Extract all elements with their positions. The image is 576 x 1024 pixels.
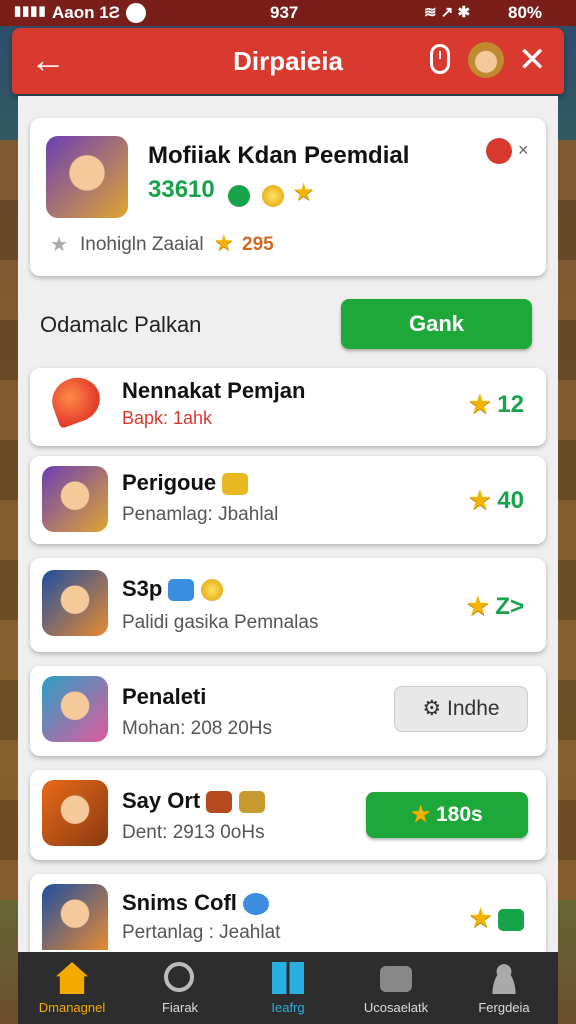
item-sub: Dent: 2913 0oHs [122,822,265,843]
green-coin-icon [228,184,250,207]
gank-button[interactable]: Gank [341,299,532,349]
home-icon [56,962,88,994]
profile-stat-label: Inohigln Zaaial [80,234,204,255]
star-icon: ★ [411,803,431,826]
leaderboard-icon [272,962,304,994]
item-name-text: Say Ort [122,788,201,813]
gem-icon [168,579,195,602]
reward-button-label: 180s [435,803,483,826]
heart-balloon-icon [45,371,107,429]
nav-label: Ieafrg [271,1000,305,1015]
chest-icon [222,473,249,496]
item-reward: ★ Z> [467,592,524,621]
hero-avatar-icon [42,884,108,950]
item-name-text: Penaleti [122,684,207,709]
list-item[interactable]: Perigoue Penamlag: Jbahlal ★ 40 [30,456,546,544]
hero-avatar-icon [42,466,108,532]
grey-star-icon: ★ [50,234,68,256]
gold-coin-icon [200,579,223,602]
item-name-text: Snims Cofl [122,890,237,915]
nav-camera[interactable]: Ucosaelatk [342,952,450,1024]
status-bar: ▮▮▮▮ Aaon 1Ƨ 937 ≋ ↗ ✱ 80% [0,0,576,26]
list-item[interactable]: S3p Palidi gasika Pemnalas ★ Z> [30,558,546,652]
profile-close-button[interactable]: × [518,140,529,161]
star-icon: ★ [469,905,492,932]
star-icon: ★ [469,391,491,418]
item-name: Say Ort [122,788,265,814]
list-item[interactable]: Penaleti Mohan: 208 20Hs ⚙ Indhe [30,666,546,756]
section-title: Odamalc Palkan [40,312,202,337]
app-header: ← Dirpaieia ✕ [12,28,564,94]
nav-label: Fiarak [161,1000,199,1015]
nav-search[interactable]: Fiarak [126,952,234,1024]
star-icon: ★ [469,487,491,514]
score-icons: ★ [228,178,314,207]
list-item[interactable]: Snims Cofl Pertanlag : Jeahlat ★ [30,874,546,952]
item-sub: Palidi gasika Pemnalas [122,612,319,633]
list-item[interactable]: Nennakat Pemjan Bapk: 1ahk ★ 12 [30,368,546,446]
item-reward: ★ 12 [469,390,524,419]
status-time: 937 [270,3,299,22]
badge-icon [486,138,512,164]
item-name: Snims Cofl [122,890,270,916]
mouse-icon[interactable] [430,44,450,74]
item-name: Nennakat Pemjan [122,378,306,403]
hero-avatar-icon [42,780,108,846]
hero-avatar-icon [42,570,108,636]
list-item[interactable]: Say Ort Dent: 2913 0oHs ★ 180s [30,770,546,860]
item-name-text: Perigoue [122,470,217,495]
status-battery: 80% [508,3,543,22]
item-reward-value: 12 [497,391,524,418]
hero-avatar-icon [46,136,128,218]
chest-icon [206,791,233,814]
signal-icon: ▮▮▮▮ [14,3,47,18]
item-name-text: S3p [122,576,163,601]
star-icon: ★ [214,230,234,255]
status-info-icon [126,3,146,23]
reward-button[interactable]: ★ 180s [366,792,528,838]
camera-icon [380,966,412,992]
nav-leaderboard[interactable]: Ieafrg [234,952,342,1024]
chest-icon [238,791,265,814]
item-sub: Mohan: 208 20Hs [122,718,272,739]
item-reward-value: 40 [497,487,524,514]
star-icon: ★ [292,179,315,206]
search-icon [164,962,194,992]
nav-label: Fergdeia [478,1000,530,1015]
gold-coin-icon [262,184,285,207]
hero-avatar-icon [42,676,108,742]
nav-profile[interactable]: Fergdeia [450,952,558,1024]
bottom-nav: Dmanagnel Fiarak Ieafrg Ucosaelatk Fergd… [18,952,558,1024]
gem-icon [243,893,270,916]
install-button[interactable]: ⚙ Indhe [394,686,528,732]
item-name: Penaleti [122,684,206,710]
user-avatar[interactable] [468,42,504,78]
profile-icon [488,962,520,994]
item-sub: Pertanlag : Jeahlat [122,922,281,943]
item-reward-value: Z> [495,593,524,620]
item-name: Perigoue [122,470,249,496]
item-reward: ★ 40 [469,486,524,515]
item-sub: Bapk: 1ahk [122,408,213,428]
wifi-icon: ≋ ↗ ✱ [424,4,471,21]
cash-icon [498,908,524,931]
close-icon[interactable]: ✕ [518,40,547,80]
item-name: S3p [122,576,223,602]
profile-name: Mofiiak Kdan Peemdial [148,142,410,169]
nav-label: Ucosaelatk [363,1000,429,1015]
star-icon: ★ [467,593,489,620]
install-button-label: Indhe [447,697,500,720]
status-carrier: Aaon 1Ƨ [52,3,121,22]
nav-home[interactable]: Dmanagnel [18,952,126,1024]
item-reward: ★ [470,904,524,933]
profile-card: Mofiiak Kdan Peemdial × 33610 ★ ★ Inohig… [30,118,546,276]
profile-stat-value: 295 [242,234,274,255]
nav-label: Dmanagnel [38,1000,106,1015]
item-sub: Penamlag: Jbahlal [122,504,279,525]
profile-score: 33610 [148,176,215,203]
gear-icon: ⚙ [422,697,442,720]
